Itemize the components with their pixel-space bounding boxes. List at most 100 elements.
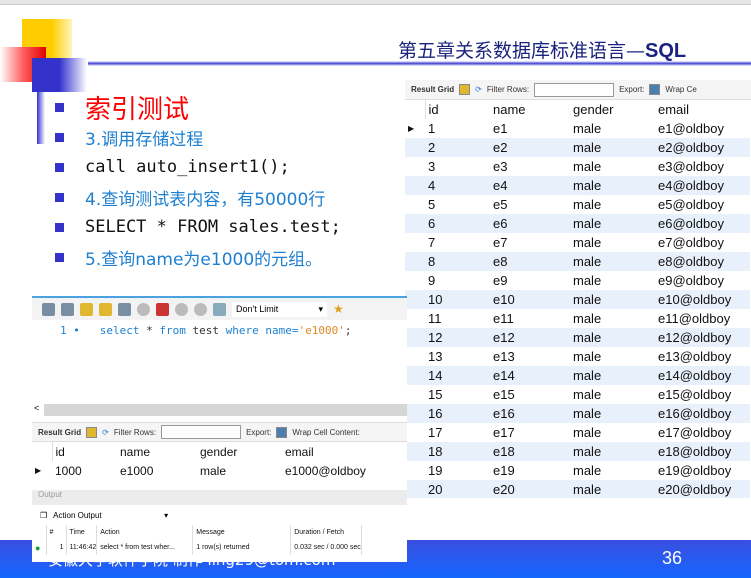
column-header[interactable]: id: [425, 100, 490, 119]
cell[interactable]: e18@oldboy: [655, 442, 750, 461]
filter-input[interactable]: [161, 425, 242, 439]
cell[interactable]: e19@oldboy: [655, 461, 750, 480]
table-row[interactable]: 2 e2 male e2@oldboy: [405, 138, 750, 157]
cell[interactable]: e17: [490, 423, 570, 442]
table-row[interactable]: 5 e5 male e5@oldboy: [405, 195, 750, 214]
cell[interactable]: male: [570, 404, 655, 423]
table-row[interactable]: ▶ 1000 e1000 male e1000@oldboy: [32, 461, 366, 480]
table-row[interactable]: 9 e9 male e9@oldboy: [405, 271, 750, 290]
cell[interactable]: 12: [425, 328, 490, 347]
cell[interactable]: 11: [425, 309, 490, 328]
cell[interactable]: male: [570, 157, 655, 176]
cell[interactable]: male: [570, 423, 655, 442]
cell[interactable]: e5@oldboy: [655, 195, 750, 214]
toggle-icon[interactable]: [156, 302, 169, 316]
cell[interactable]: e20@oldboy: [655, 480, 750, 498]
result-grid-tab[interactable]: Result Grid: [38, 428, 81, 437]
cell[interactable]: e9: [490, 271, 570, 290]
cell[interactable]: 4: [425, 176, 490, 195]
sql-editor[interactable]: 1 • select * from test where name='e1000…: [32, 320, 407, 404]
cell[interactable]: e8: [490, 252, 570, 271]
column-header[interactable]: gender: [197, 442, 282, 461]
grid-icon[interactable]: [86, 426, 98, 438]
save-icon[interactable]: [649, 84, 661, 95]
cell[interactable]: e4: [490, 176, 570, 195]
table-row[interactable]: 11 e11 male e11@oldboy: [405, 309, 750, 328]
cell[interactable]: male: [570, 290, 655, 309]
column-header[interactable]: id: [52, 442, 117, 461]
execute-icon[interactable]: [80, 302, 93, 316]
cell[interactable]: e7: [490, 233, 570, 252]
column-header[interactable]: email: [282, 442, 366, 461]
table-row[interactable]: 3 e3 male e3@oldboy: [405, 157, 750, 176]
grid-icon[interactable]: [459, 84, 471, 95]
table-row[interactable]: 17 e17 male e17@oldboy: [405, 423, 750, 442]
cell[interactable]: 5: [425, 195, 490, 214]
cell[interactable]: 1000: [52, 461, 117, 480]
cell[interactable]: 15: [425, 385, 490, 404]
result-grid-tab[interactable]: Result Grid: [411, 85, 454, 94]
cell[interactable]: male: [570, 271, 655, 290]
cell[interactable]: e11@oldboy: [655, 309, 750, 328]
cell[interactable]: male: [570, 233, 655, 252]
cell[interactable]: e9@oldboy: [655, 271, 750, 290]
cell[interactable]: e13@oldboy: [655, 347, 750, 366]
cell[interactable]: 16: [425, 404, 490, 423]
cell[interactable]: e2: [490, 138, 570, 157]
cell[interactable]: e12@oldboy: [655, 328, 750, 347]
cell[interactable]: 9: [425, 271, 490, 290]
table-row[interactable]: 20 e20 male e20@oldboy: [405, 480, 750, 498]
table-row[interactable]: 8 e8 male e8@oldboy: [405, 252, 750, 271]
commit-icon[interactable]: [175, 302, 188, 316]
table-row[interactable]: 6 e6 male e6@oldboy: [405, 214, 750, 233]
cell[interactable]: e16@oldboy: [655, 404, 750, 423]
cell[interactable]: 10: [425, 290, 490, 309]
cell[interactable]: male: [570, 385, 655, 404]
cell[interactable]: male: [570, 252, 655, 271]
cell[interactable]: 13: [425, 347, 490, 366]
cell[interactable]: e1: [490, 119, 570, 138]
cell[interactable]: e20: [490, 480, 570, 498]
cell[interactable]: e10@oldboy: [655, 290, 750, 309]
output-type-select[interactable]: Action Output ▾: [53, 511, 168, 520]
cell[interactable]: 7: [425, 233, 490, 252]
execute-current-icon[interactable]: [99, 302, 112, 316]
cell[interactable]: male: [570, 347, 655, 366]
filter-input[interactable]: [534, 82, 615, 97]
cell[interactable]: e5: [490, 195, 570, 214]
save-icon[interactable]: [276, 426, 288, 438]
column-header[interactable]: email: [655, 100, 750, 119]
cell[interactable]: 19: [425, 461, 490, 480]
cell[interactable]: e19: [490, 461, 570, 480]
cell[interactable]: 1: [425, 119, 490, 138]
cell[interactable]: e2@oldboy: [655, 138, 750, 157]
cell[interactable]: male: [570, 195, 655, 214]
cell[interactable]: male: [570, 214, 655, 233]
autocommit-icon[interactable]: [213, 302, 226, 316]
cell[interactable]: e11: [490, 309, 570, 328]
column-header[interactable]: name: [490, 100, 570, 119]
cell[interactable]: 8: [425, 252, 490, 271]
table-row[interactable]: ▶ 1 e1 male e1@oldboy: [405, 119, 750, 138]
cell[interactable]: e12: [490, 328, 570, 347]
cell[interactable]: e15: [490, 385, 570, 404]
cell[interactable]: e14@oldboy: [655, 366, 750, 385]
refresh-icon[interactable]: ⟳: [475, 85, 482, 94]
table-row[interactable]: 18 e18 male e18@oldboy: [405, 442, 750, 461]
cell[interactable]: e3: [490, 157, 570, 176]
star-icon[interactable]: ★: [333, 302, 344, 316]
refresh-icon[interactable]: ⟳: [102, 428, 109, 437]
rollback-icon[interactable]: [194, 302, 207, 316]
cell[interactable]: 2: [425, 138, 490, 157]
cell[interactable]: e1@oldboy: [655, 119, 750, 138]
cell[interactable]: e8@oldboy: [655, 252, 750, 271]
cell[interactable]: e1000: [117, 461, 197, 480]
cell[interactable]: e3@oldboy: [655, 157, 750, 176]
cell[interactable]: 3: [425, 157, 490, 176]
table-row[interactable]: 13 e13 male e13@oldboy: [405, 347, 750, 366]
cell[interactable]: male: [570, 480, 655, 498]
copy-icon[interactable]: ❐: [40, 511, 47, 520]
cell[interactable]: 17: [425, 423, 490, 442]
horizontal-scrollbar[interactable]: [34, 403, 407, 416]
cell[interactable]: male: [570, 366, 655, 385]
